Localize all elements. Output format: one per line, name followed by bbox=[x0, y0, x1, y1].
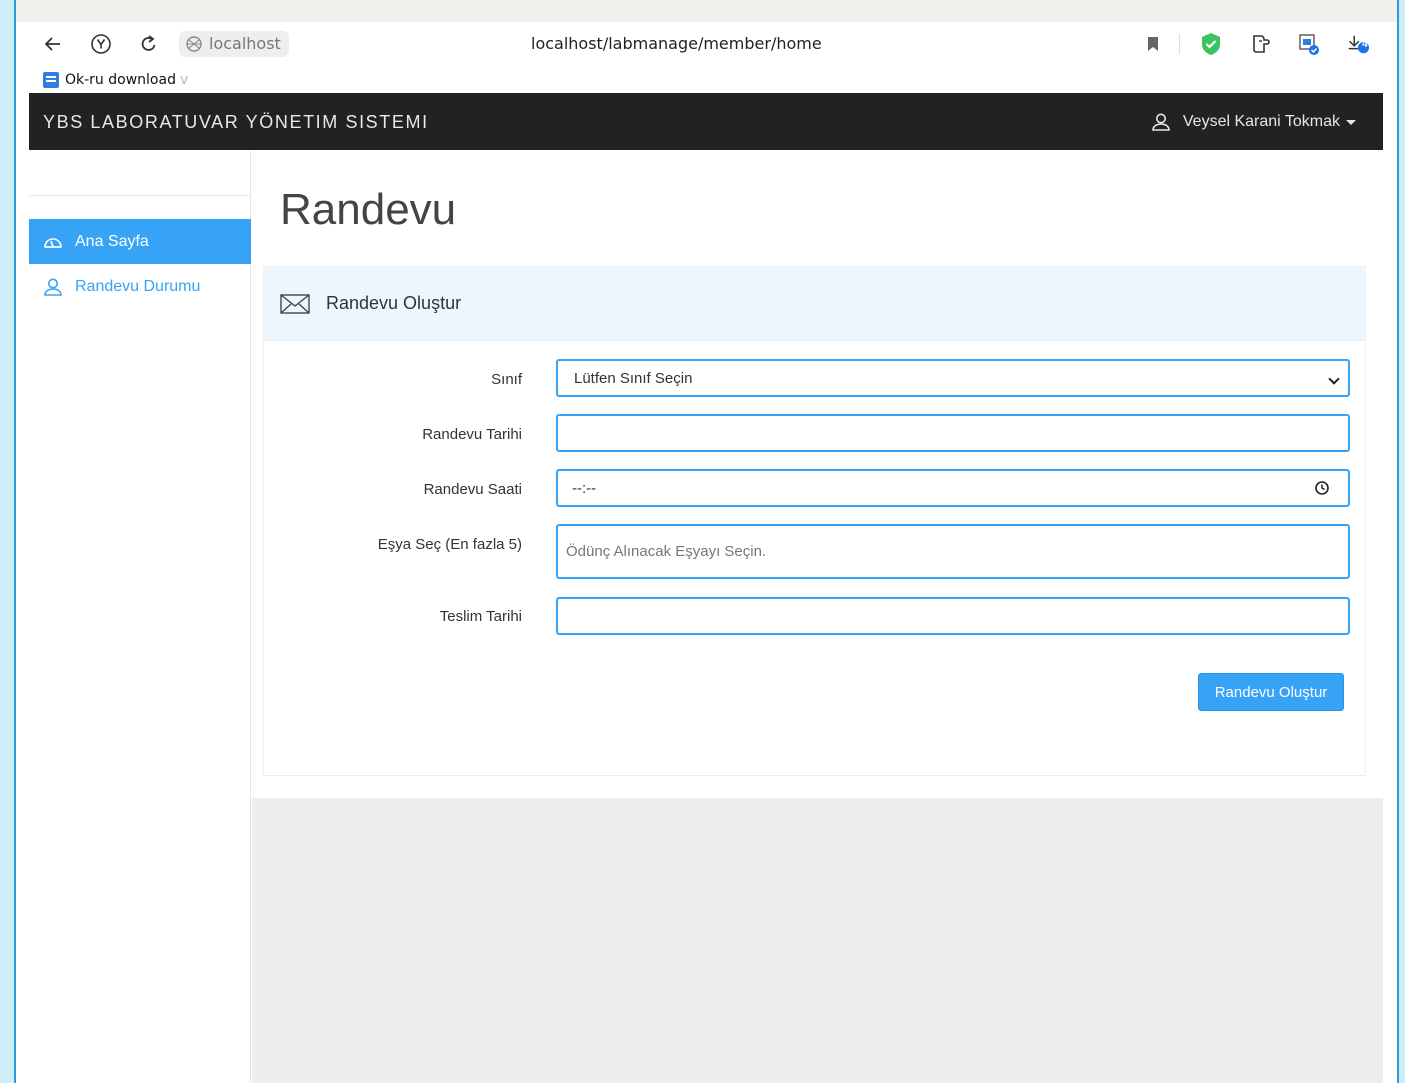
class-select[interactable]: Lütfen Sınıf Seçin bbox=[556, 359, 1350, 397]
shield-icon[interactable] bbox=[1199, 32, 1223, 56]
panel-heading: Randevu Oluştur bbox=[264, 267, 1365, 341]
user-menu[interactable]: Veysel Karani Tokmak bbox=[1151, 110, 1356, 134]
user-name: Veysel Karani Tokmak bbox=[1182, 113, 1340, 130]
sidebar-item-label: Ana Sayfa bbox=[75, 232, 149, 250]
bookmark-icon[interactable] bbox=[1141, 32, 1165, 56]
app-brand[interactable]: YBS LABORATUVAR YÖNETIM SISTEMI bbox=[43, 111, 429, 133]
chevron-down-icon bbox=[1346, 119, 1356, 125]
site-chip-label: localhost bbox=[209, 34, 281, 53]
envelope-icon bbox=[280, 293, 310, 314]
page-title: Randevu bbox=[280, 185, 457, 234]
date-input[interactable] bbox=[556, 414, 1350, 452]
download-icon[interactable]: 4 bbox=[1345, 32, 1369, 56]
bookmark-favicon-icon bbox=[43, 72, 59, 88]
toolbar-divider bbox=[1179, 34, 1180, 54]
sidebar-item-label: Randevu Durumu bbox=[75, 277, 201, 295]
bookmarks-bar: Ok-ru download v bbox=[29, 68, 1383, 92]
appointment-panel: Randevu Oluştur Sınıf Lütfen Sınıf Seçin… bbox=[263, 266, 1366, 776]
user-icon bbox=[1152, 113, 1170, 131]
clock-icon[interactable] bbox=[1314, 480, 1330, 496]
return-date-label: Teslim Tarihi bbox=[439, 608, 522, 625]
image-extension-icon[interactable] bbox=[1297, 32, 1321, 56]
download-badge: 4 bbox=[1362, 39, 1368, 50]
items-placeholder: Ödünç Alınacak Eşyayı Seçin. bbox=[566, 543, 767, 560]
site-chip[interactable]: localhost bbox=[179, 31, 289, 57]
items-label: Eşya Seç (En fazla 5) bbox=[377, 536, 522, 553]
extension-icon[interactable] bbox=[1249, 32, 1273, 56]
sidebar-item-randevu-durumu[interactable]: Randevu Durumu bbox=[29, 264, 251, 309]
yandex-icon[interactable] bbox=[89, 32, 113, 56]
back-arrow-icon[interactable] bbox=[41, 32, 65, 56]
address-row: localhost localhost/labmanage/member/hom… bbox=[29, 22, 1383, 66]
sidebar-item-ana-sayfa[interactable]: Ana Sayfa bbox=[29, 219, 251, 264]
time-label: Randevu Saati bbox=[423, 481, 522, 498]
bookmark-label: Ok-ru download bbox=[65, 72, 176, 88]
page-footer-area bbox=[252, 798, 1383, 1083]
class-select-value: Lütfen Sınıf Seçin bbox=[574, 369, 693, 387]
dashboard-icon bbox=[44, 237, 62, 248]
app-navbar: YBS LABORATUVAR YÖNETIM SISTEMI Veysel K… bbox=[29, 93, 1383, 150]
browser-toolbar: localhost localhost/labmanage/member/hom… bbox=[29, 22, 1383, 93]
time-input[interactable]: --:-- bbox=[556, 469, 1350, 507]
time-input-value: --:-- bbox=[572, 479, 597, 497]
date-label: Randevu Tarihi bbox=[422, 426, 522, 443]
main-content: Randevu Randevu Oluştur Sınıf Lütfen Sın… bbox=[252, 150, 1383, 798]
globe-icon bbox=[186, 36, 202, 52]
user-icon bbox=[44, 278, 62, 296]
bookmark-label-fade: v bbox=[179, 72, 189, 88]
sidebar-divider bbox=[29, 195, 251, 196]
panel-title: Randevu Oluştur bbox=[326, 293, 462, 313]
create-appointment-button[interactable]: Randevu Oluştur bbox=[1198, 673, 1344, 711]
class-label: Sınıf bbox=[491, 371, 522, 388]
url-text[interactable]: localhost/labmanage/member/home bbox=[531, 32, 822, 56]
items-multiselect[interactable]: Ödünç Alınacak Eşyayı Seçin. bbox=[556, 524, 1350, 579]
chevron-down-icon bbox=[1328, 373, 1340, 385]
reload-icon[interactable] bbox=[137, 32, 161, 56]
bookmark-item[interactable]: Ok-ru download v bbox=[43, 70, 188, 90]
sidebar: Ana Sayfa Randevu Durumu bbox=[29, 150, 251, 1083]
return-date-input[interactable] bbox=[556, 597, 1350, 635]
title-strip bbox=[16, 0, 1397, 22]
